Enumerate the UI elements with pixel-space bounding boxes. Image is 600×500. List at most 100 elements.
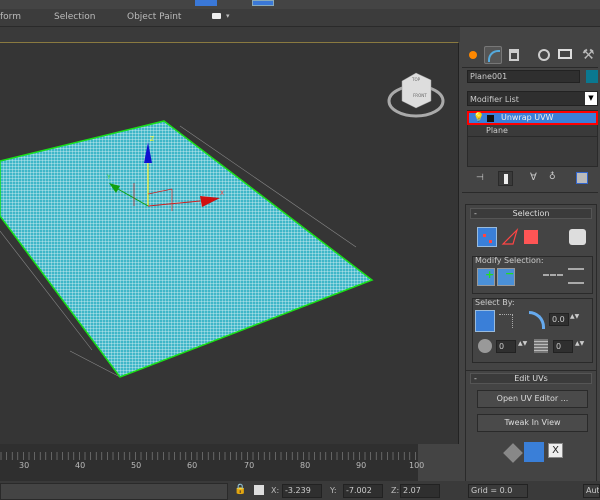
utilities-icon: ⚒: [582, 47, 595, 63]
minus-icon: −: [505, 267, 515, 280]
lock-icon[interactable]: 🔒: [234, 484, 246, 495]
lightbulb-icon[interactable]: 💡: [473, 113, 484, 123]
create-tab[interactable]: [464, 46, 482, 64]
stack-item-plane[interactable]: Plane: [468, 125, 597, 137]
timeline-ticks: [0, 452, 416, 460]
modify-selection-group: Modify Selection: + −: [472, 256, 593, 294]
select-tool-button[interactable]: [195, 0, 217, 6]
tick-label: 80: [300, 461, 311, 470]
grow-selection-button[interactable]: +: [477, 268, 495, 286]
edge-select-button[interactable]: [500, 227, 520, 247]
spinner-icon[interactable]: ▲▼: [518, 340, 527, 347]
auto-key-button[interactable]: Aut: [583, 484, 600, 498]
divider: [462, 192, 598, 193]
select-by-smoothing-sphere-icon[interactable]: [478, 339, 492, 353]
group-label: Select By:: [475, 298, 515, 307]
tab-object-paint[interactable]: Object Paint: [127, 12, 181, 22]
viewcube-front-label: FRONT: [413, 93, 427, 98]
shrink-selection-button[interactable]: −: [497, 267, 515, 286]
create-icon: [469, 51, 477, 59]
remove-modifier-icon[interactable]: ♁: [549, 172, 556, 182]
main-toolbar: [0, 0, 600, 9]
edit-uvs-rollout-header[interactable]: - Edit UVs: [470, 373, 592, 384]
modifier-stack: 💡 Unwrap UVW Plane: [467, 110, 598, 167]
collapse-icon: -: [474, 209, 477, 218]
select-by-element-uv-toggle[interactable]: [475, 310, 495, 332]
reset-uvs-icon[interactable]: X: [548, 443, 563, 458]
modifier-list-label: Modifier List: [470, 95, 519, 104]
plane-mesh[interactable]: [0, 120, 374, 378]
rollout-title: Selection: [512, 209, 550, 218]
smoothing-group-field[interactable]: 0: [496, 340, 516, 353]
ring-selection-button[interactable]: [543, 274, 563, 276]
selection-rollout-header[interactable]: - Selection: [470, 208, 592, 219]
perspective-viewport[interactable]: Z X Y TOP FRONT: [0, 42, 459, 444]
y-label: Y:: [330, 486, 337, 495]
display-icon: [558, 49, 572, 59]
display-tab[interactable]: [556, 46, 574, 64]
spinner-icon[interactable]: ▲▼: [570, 313, 579, 320]
tick-label: 100: [409, 461, 425, 470]
loop-selection-button[interactable]: [568, 268, 584, 284]
vertex-icon: [483, 234, 486, 237]
select-by-group: Select By: 0.0 ▲▼ 0 ▲▼ 0 ▲▼: [472, 298, 593, 363]
utilities-tab[interactable]: ⚒: [578, 46, 596, 64]
vertex-select-button[interactable]: [477, 227, 497, 247]
collapse-icon: -: [474, 374, 477, 383]
tick-label: 50: [131, 461, 142, 470]
show-end-result-icon: [504, 174, 508, 184]
x-axis-label: X: [220, 190, 224, 197]
hierarchy-tab[interactable]: [505, 46, 523, 64]
planar-angle-field[interactable]: 0.0: [549, 313, 569, 326]
edge-icon: [501, 227, 519, 245]
stack-item-label: Plane: [486, 126, 508, 135]
modify-icon: [488, 50, 500, 62]
chevron-down-icon[interactable]: ▾: [226, 12, 230, 20]
modifier-list-dropdown[interactable]: Modifier List ▼: [467, 91, 598, 106]
tick-label: 60: [187, 461, 198, 470]
modify-tab[interactable]: [484, 46, 502, 64]
pack-uvs-icon[interactable]: [503, 443, 523, 463]
expand-icon[interactable]: [487, 115, 494, 122]
spinner-icon[interactable]: ▲▼: [575, 340, 584, 347]
y-axis-label: Y: [106, 174, 111, 181]
z-label: Z:: [391, 486, 400, 495]
viewcube[interactable]: TOP FRONT: [387, 72, 445, 118]
element-select-button[interactable]: [569, 229, 586, 245]
object-name-field[interactable]: Plane001: [467, 70, 580, 83]
motion-icon: [538, 49, 550, 61]
x-coordinate-field[interactable]: -3.239: [282, 484, 322, 498]
z-coordinate-field[interactable]: 2.07: [400, 484, 440, 498]
hierarchy-icon: [509, 49, 519, 61]
tweak-in-view-button[interactable]: Tweak In View: [477, 414, 588, 432]
ribbon-panel: [0, 27, 460, 42]
object-color-swatch[interactable]: [586, 70, 598, 83]
tick-label: 70: [244, 461, 255, 470]
active-tool-button[interactable]: [252, 0, 274, 6]
absolute-mode-icon[interactable]: [254, 485, 264, 495]
make-unique-icon[interactable]: ∀: [530, 172, 537, 183]
plus-icon: +: [485, 268, 495, 281]
pin-stack-icon[interactable]: ⊣: [476, 173, 484, 183]
grid-readout: Grid = 0.0: [468, 484, 528, 498]
tweak-uvs-icon[interactable]: [524, 442, 544, 462]
tab-selection[interactable]: Selection: [54, 12, 95, 22]
configure-modifier-sets-icon[interactable]: [576, 172, 588, 184]
planar-angle-button[interactable]: [529, 311, 545, 329]
y-coordinate-field[interactable]: -7.002: [343, 484, 383, 498]
polygon-select-button[interactable]: [524, 230, 538, 244]
material-id-field[interactable]: 0: [553, 340, 573, 353]
divider: [462, 67, 598, 68]
select-by-material-grid-icon[interactable]: [534, 339, 548, 353]
ribbon-toggle-icon[interactable]: [212, 13, 221, 19]
tick-label: 30: [19, 461, 30, 470]
open-uv-editor-button[interactable]: Open UV Editor ...: [477, 390, 588, 408]
stack-item-unwrap-uvw[interactable]: 💡 Unwrap UVW: [467, 111, 598, 125]
select-edge-loop-button[interactable]: [499, 314, 513, 328]
prompt-line: [0, 483, 228, 500]
show-end-result-button[interactable]: [498, 171, 513, 186]
motion-tab[interactable]: [535, 46, 553, 64]
stack-item-label: Unwrap UVW: [501, 113, 554, 122]
viewcube-top-label: TOP: [411, 77, 421, 82]
tab-freeform[interactable]: form: [0, 12, 21, 22]
